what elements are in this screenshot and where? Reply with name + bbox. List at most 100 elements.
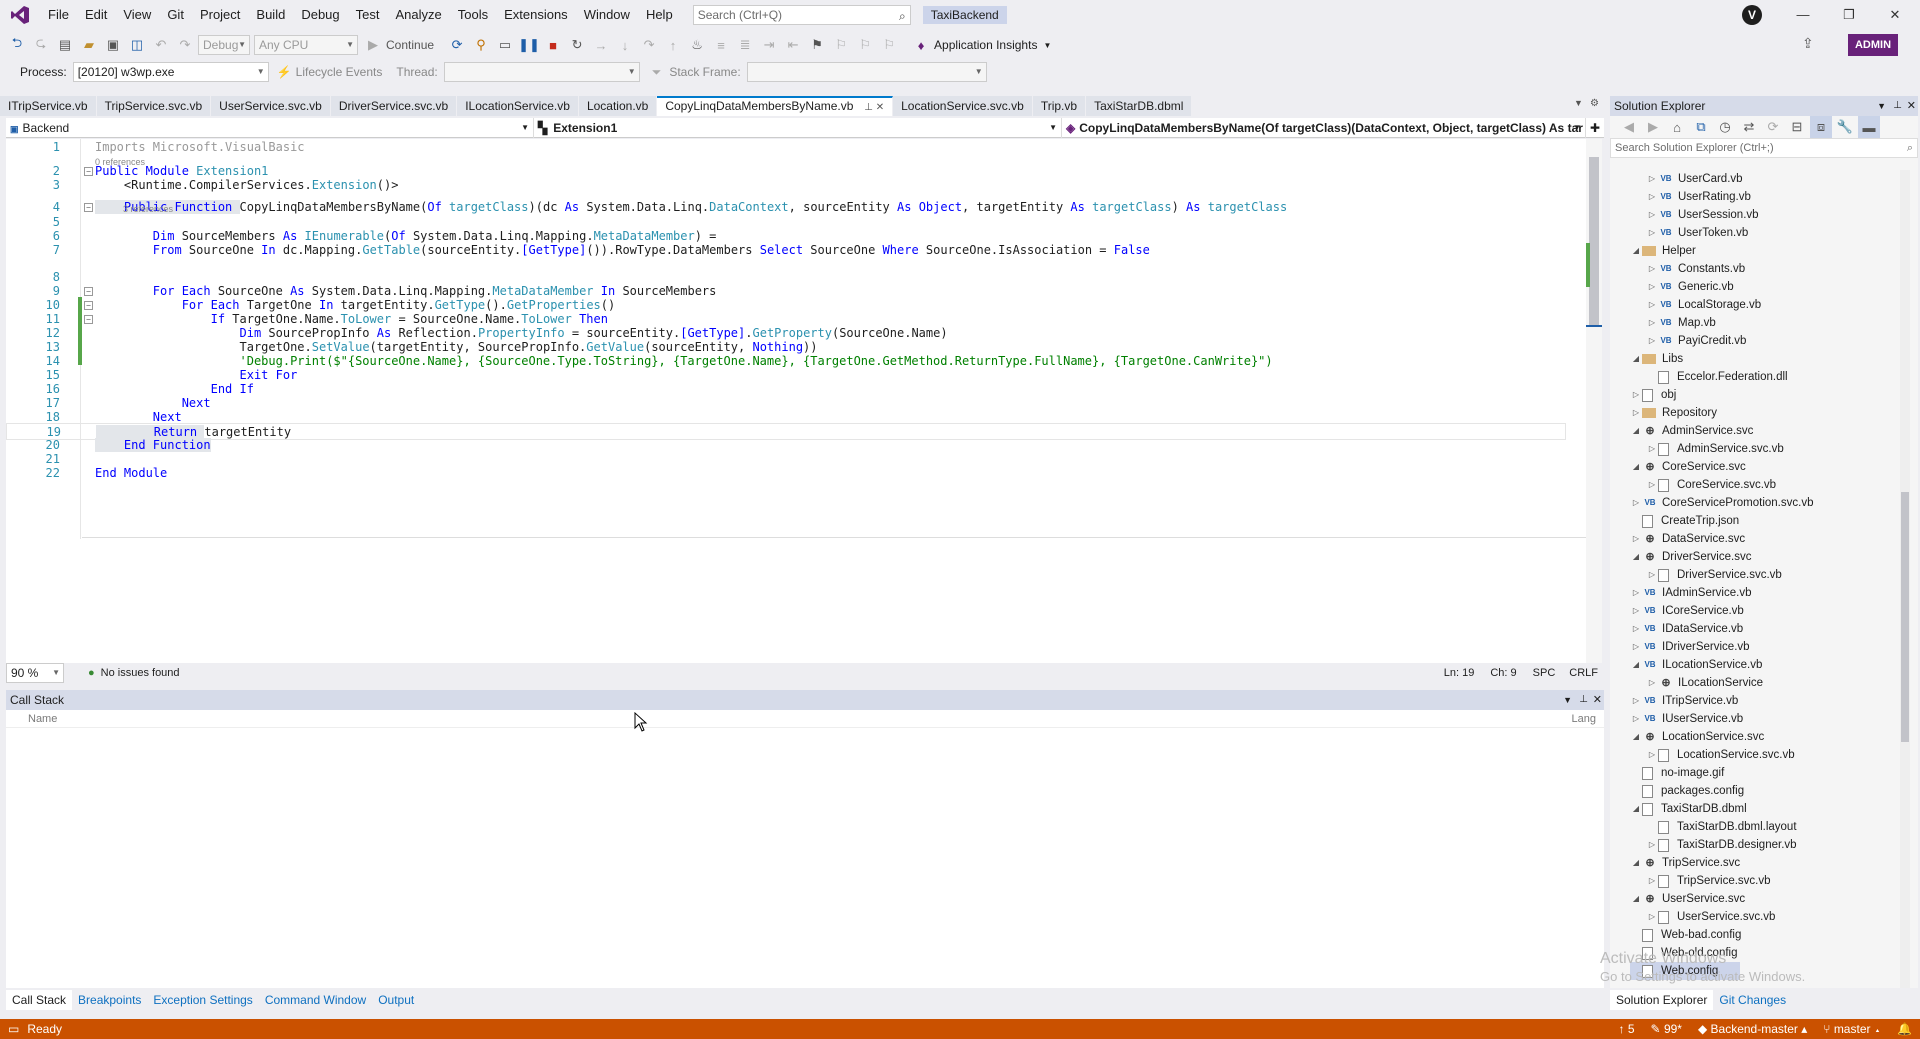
step-into-icon[interactable]: ↓ [614,34,636,56]
tree-item[interactable]: ▷ VB IDriverService.vb [1630,638,1750,656]
tree-item[interactable]: Eccelor.Federation.dll [1646,368,1788,386]
expand-toggle-icon[interactable]: ▷ [1646,836,1658,854]
codelens-references[interactable]: 0 references [95,157,145,167]
tab-close-icon[interactable]: ⊥ ✕ [861,102,884,113]
scrollbar-thumb[interactable] [1589,157,1599,325]
tree-item[interactable]: ▷ VB PayiCredit.vb [1646,332,1746,350]
bookmark-prev-icon[interactable]: ⚐ [830,34,852,56]
refresh-icon[interactable]: ⟳ [1762,116,1784,138]
expand-toggle-icon[interactable]: ▷ [1646,332,1658,350]
column-header-name[interactable]: Name [28,713,57,725]
pin-icon[interactable]: ⊥ [1893,96,1902,116]
restore-icon[interactable]: ❐ [1826,0,1872,30]
menu-item-edit[interactable]: Edit [77,0,115,30]
column-header-language[interactable]: Lang [1572,710,1596,728]
menu-item-help[interactable]: Help [638,0,681,30]
expand-toggle-icon[interactable]: ▷ [1646,278,1658,296]
show-all-files-icon[interactable]: ⧈ [1810,116,1832,138]
tab-taxistardb-dbml[interactable]: TaxiStarDB.dbml [1086,96,1193,116]
menu-item-tools[interactable]: Tools [450,0,496,30]
tree-item[interactable]: ▷ VB UserSession.vb [1646,206,1759,224]
pin-icon[interactable]: ⊥ [1579,690,1588,710]
menu-item-window[interactable]: Window [576,0,638,30]
expand-toggle-icon[interactable]: ▷ [1646,566,1658,584]
find-icon[interactable]: ⚲ [470,34,492,56]
tab-git-changes[interactable]: Git Changes [1713,990,1792,1010]
home-icon[interactable]: ⌂ [1666,116,1688,138]
stop-icon[interactable]: ■ [542,34,564,56]
hot-reload-icon[interactable]: ♨ [686,34,708,56]
menu-item-view[interactable]: View [115,0,159,30]
tree-item[interactable]: ▷ ⊕ ILocationService [1646,674,1763,692]
tree-item[interactable]: ▷ VB IUserService.vb [1630,710,1743,728]
menu-item-debug[interactable]: Debug [293,0,347,30]
indent-icon[interactable]: ⇥ [758,34,780,56]
expand-toggle-icon[interactable]: ▷ [1646,674,1658,692]
minimize-icon[interactable]: — [1780,0,1826,30]
tree-item[interactable]: ▷ LocationService.svc.vb [1646,746,1795,764]
split-icon[interactable]: ✚ [1586,118,1604,137]
save-icon[interactable]: ▣ [102,34,124,56]
tree-item[interactable]: ◢ ⊕ LocationService.svc [1630,728,1764,746]
expand-toggle-icon[interactable]: ▷ [1630,386,1642,404]
module-dropdown[interactable]: ▚ Extension1 ▼ [534,118,1062,138]
solution-search-input[interactable]: Search Solution Explorer (Ctrl+;) ⌕ [1610,138,1918,158]
pending-changes-icon[interactable]: ◷ [1714,116,1736,138]
close-icon[interactable]: ✕ [1593,690,1602,710]
forward-icon[interactable]: ▶ [1642,116,1664,138]
tab-trip-vb[interactable]: Trip.vb [1032,96,1087,116]
thread-dropdown[interactable]: ▼ [443,62,640,82]
expand-toggle-icon[interactable]: ▷ [1630,638,1642,656]
open-icon[interactable]: ▰ [78,34,100,56]
expand-toggle-icon[interactable]: ▷ [1630,692,1642,710]
expand-toggle-icon[interactable]: ▷ [1646,224,1658,242]
account-avatar[interactable]: V [1742,5,1762,25]
expand-toggle-icon[interactable]: ◢ [1630,854,1642,872]
comment-icon[interactable]: ≡ [710,34,732,56]
sync-icon[interactable]: ⇄ [1738,116,1760,138]
expand-toggle-icon[interactable]: ▷ [1646,314,1658,332]
pencil-icon[interactable]: ✎ 99* [1643,1019,1690,1039]
expand-toggle-icon[interactable]: ▷ [1630,710,1642,728]
tree-item[interactable]: ▷ VB IDataService.vb [1630,620,1743,638]
tree-item[interactable]: ▷ VB IAdminService.vb [1630,584,1752,602]
menu-item-build[interactable]: Build [248,0,293,30]
tree-item[interactable]: ▷ AdminService.svc.vb [1646,440,1784,458]
panel-menu-icon[interactable]: ▼ [1563,690,1572,710]
menu-item-file[interactable]: File [40,0,77,30]
menu-item-test[interactable]: Test [348,0,388,30]
tab-command-window[interactable]: Command Window [259,990,372,1010]
tree-item[interactable]: ▷ VB UserToken.vb [1646,224,1748,242]
branch-button[interactable]: ⑂ master ▴ [1815,1019,1889,1039]
search-input[interactable]: Search (Ctrl+Q) ⌕ [692,5,911,25]
tree-item[interactable]: ▷ obj [1630,386,1676,404]
fold-toggle-icon[interactable]: − [84,203,93,212]
tree-item[interactable]: no-image.gif [1630,764,1724,782]
issues-status[interactable]: No issues found [101,667,180,679]
properties-icon[interactable]: 🔧 [1834,116,1856,138]
menu-item-analyze[interactable]: Analyze [387,0,449,30]
zoom-dropdown[interactable]: 90 % ▼ [6,663,64,683]
step-over-icon[interactable]: ↷ [638,34,660,56]
tab-itripservice-vb[interactable]: ITripService.vb [0,96,97,116]
outdent-icon[interactable]: ⇤ [782,34,804,56]
back-icon[interactable]: ◀ [1618,116,1640,138]
tree-item[interactable]: ◢ Helper [1630,242,1696,260]
tree-item[interactable]: ▷ VB CoreServicePromotion.svc.vb [1630,494,1814,512]
expand-toggle-icon[interactable]: ▷ [1630,530,1642,548]
line-ending-indicator[interactable]: CRLF [1569,667,1598,679]
tree-item[interactable]: Web-bad.config [1630,926,1741,944]
expand-toggle-icon[interactable]: ▷ [1630,404,1642,422]
menu-item-git[interactable]: Git [159,0,192,30]
tree-item[interactable]: ◢ ⊕ UserService.svc [1630,890,1745,908]
tree-item[interactable]: ▷ DriverService.svc.vb [1646,566,1782,584]
collapse-all-icon[interactable]: ⊟ [1786,116,1808,138]
tab-copylinqdatamembersbyname-vb[interactable]: CopyLinqDataMembersByName.vb ⊥ ✕ [657,96,894,116]
fold-toggle-icon[interactable]: − [84,167,93,176]
expand-toggle-icon[interactable]: ▷ [1630,620,1642,638]
tab-userservice-svc-vb[interactable]: UserService.svc.vb [211,96,331,116]
tree-item[interactable]: ▷ ⊕ DataService.svc [1630,530,1745,548]
tree-item[interactable]: ▷ CoreService.svc.vb [1646,476,1776,494]
application-insights-button[interactable]: Application Insights [934,38,1037,52]
tree-item[interactable]: ▷ VB Generic.vb [1646,278,1734,296]
